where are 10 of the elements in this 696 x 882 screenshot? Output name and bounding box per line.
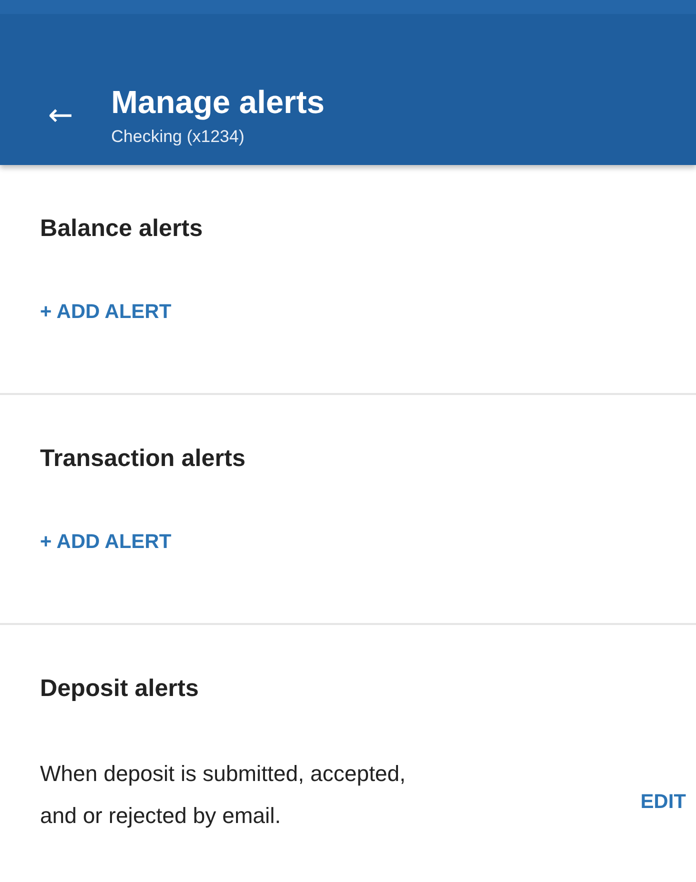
add-alert-link[interactable]: + ADD ALERT: [40, 531, 172, 554]
alert-description: When deposit is submitted, accepted, and or rejected by email.: [40, 760, 407, 830]
page-title: Manage alerts: [111, 84, 325, 121]
edit-link[interactable]: EDIT: [640, 790, 686, 814]
section-title: Balance alerts: [40, 215, 204, 243]
back-button[interactable]: ←: [48, 98, 74, 133]
add-alert-link[interactable]: + ADD ALERT: [40, 301, 172, 324]
section-title: Transaction alerts: [40, 445, 246, 473]
section-title: Deposit alerts: [40, 675, 200, 703]
account-subtitle: Checking (x1234): [111, 127, 246, 147]
